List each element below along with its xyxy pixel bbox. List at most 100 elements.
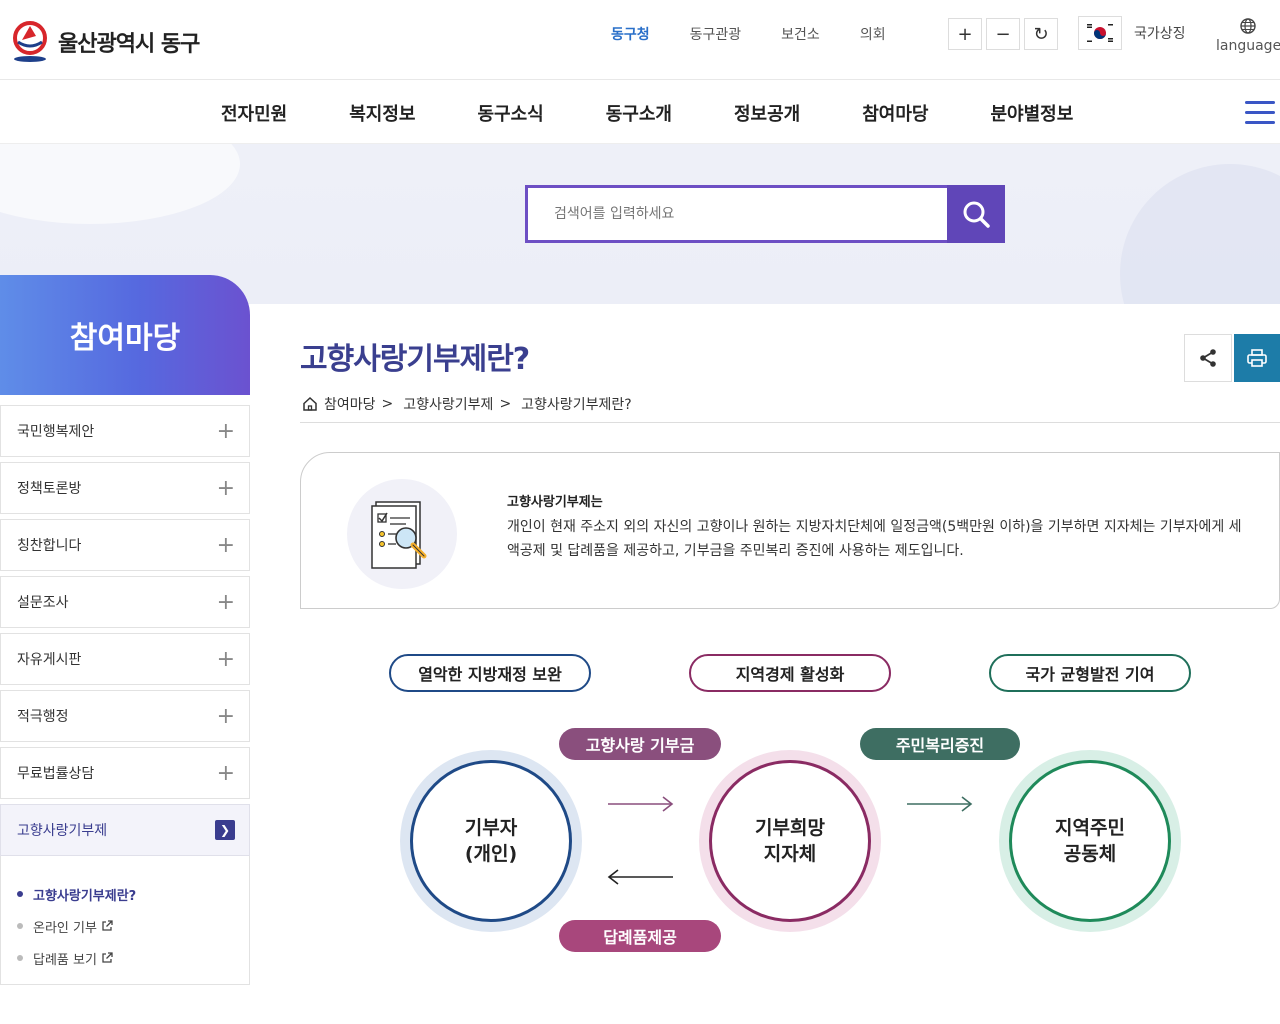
sidebar-title: 참여마당 — [69, 321, 181, 356]
submenu-item-label: 고향사랑기부제란? — [33, 888, 137, 904]
nav-item-info[interactable]: 정보공개 — [734, 100, 800, 126]
document-search-icon — [347, 479, 457, 589]
zoom-out-button[interactable]: − — [986, 18, 1020, 50]
sidebar-item-praise[interactable]: 칭찬합니다 + — [0, 519, 250, 571]
page-title: 고향사랑기부제란? — [300, 342, 530, 377]
globe-icon — [1240, 18, 1256, 34]
arrow-left-icon — [607, 869, 673, 885]
flow-tag-donation: 고향사랑 기부금 — [559, 728, 721, 760]
node-label: 지자체 — [763, 843, 817, 865]
flow-tag-gift: 답례품제공 — [559, 920, 721, 952]
goal-pill-local-finance: 열악한 지방재정 보완 — [389, 654, 591, 692]
share-icon — [1200, 349, 1216, 367]
plus-icon: + — [216, 475, 235, 501]
search-bar — [525, 185, 1005, 243]
bullet-icon — [17, 891, 23, 897]
node-local-government: 기부희망 지자체 — [699, 750, 881, 932]
top-link-donggu[interactable]: 동구청 — [611, 24, 650, 44]
share-button[interactable] — [1184, 334, 1232, 382]
breadcrumb-item[interactable]: 고향사랑기부제란? — [521, 394, 631, 414]
zoom-reset-button[interactable]: ↻ — [1024, 18, 1058, 50]
search-button[interactable] — [947, 185, 1005, 243]
plus-icon: + — [216, 760, 235, 786]
submenu-item-online-donation[interactable]: 온라인 기부 — [17, 910, 249, 942]
sidebar-item-free-board[interactable]: 자유게시판 + — [0, 633, 250, 685]
search-input[interactable] — [525, 185, 947, 243]
submenu-item-what-is[interactable]: 고향사랑기부제란? — [17, 878, 249, 910]
intro-heading: 고향사랑기부제는 — [507, 495, 603, 510]
zoom-in-button[interactable]: + — [948, 18, 982, 50]
hamburger-menu-icon[interactable] — [1245, 101, 1275, 131]
sidebar-item-label: 칭찬합니다 — [17, 538, 82, 554]
main-nav: 전자민원 복지정보 동구소식 동구소개 정보공개 참여마당 분야별정보 — [0, 80, 1280, 144]
external-link-icon — [102, 920, 113, 931]
nav-item-news[interactable]: 동구소식 — [478, 100, 544, 126]
chevron-right-icon: ❯ — [215, 820, 235, 840]
search-icon — [963, 201, 990, 228]
zoom-controls: + − ↻ — [948, 18, 1062, 50]
nav-item-welfare[interactable]: 복지정보 — [349, 100, 415, 126]
goal-pill-balanced-development: 국가 균형발전 기여 — [989, 654, 1191, 692]
breadcrumb-separator: > — [499, 396, 512, 412]
sidebar-item-label: 국민행복제안 — [17, 424, 95, 440]
top-link-health-center[interactable]: 보건소 — [781, 24, 820, 44]
national-symbol-link[interactable]: 국가상징 — [1078, 16, 1186, 50]
korea-flag-icon — [1078, 16, 1122, 50]
home-icon[interactable] — [302, 396, 318, 412]
node-label: 기부자 — [464, 817, 518, 839]
breadcrumb-item[interactable]: 고향사랑기부제 — [403, 394, 493, 414]
submenu-item-gift-view[interactable]: 답례품 보기 — [17, 942, 249, 974]
sidebar-menu: 국민행복제안 + 정책토론방 + 칭찬합니다 + 설문조사 + 자유게시판 + … — [0, 405, 250, 985]
node-label: 기부희망 — [755, 817, 825, 839]
sidebar-item-active-admin[interactable]: 적극행정 + — [0, 690, 250, 742]
sidebar-item-label: 정책토론방 — [17, 481, 82, 497]
plus-icon: + — [216, 646, 235, 672]
plus-icon: + — [216, 589, 235, 615]
logo-icon — [13, 21, 47, 62]
node-donor: 기부자 (개인) — [400, 750, 582, 932]
sidebar-item-label: 적극행정 — [17, 709, 69, 725]
plus-icon: + — [216, 418, 235, 444]
title-divider — [300, 422, 1280, 423]
language-selector[interactable]: language — [1216, 18, 1280, 54]
top-link-council[interactable]: 의회 — [860, 24, 886, 44]
site-name: 울산광역시 동구 — [58, 32, 200, 57]
sidebar-item-legal-counsel[interactable]: 무료법률상담 + — [0, 747, 250, 799]
nav-item-participation[interactable]: 참여마당 — [862, 100, 928, 126]
nav-item-fields[interactable]: 분야별정보 — [991, 100, 1074, 126]
flow-tag-welfare: 주민복리증진 — [860, 728, 1020, 760]
nav-item-e-civil[interactable]: 전자민원 — [221, 100, 287, 126]
plus-icon: + — [216, 532, 235, 558]
sidebar-submenu: 고향사랑기부제란? 온라인 기부 답례품 보기 — [0, 856, 250, 985]
submenu-item-label: 답례품 보기 — [33, 952, 97, 968]
arrow-right-icon — [907, 796, 973, 812]
printer-icon — [1247, 349, 1267, 367]
sidebar-item-label: 설문조사 — [17, 595, 69, 611]
national-symbol-label: 국가상징 — [1134, 26, 1186, 42]
breadcrumb: 참여마당 > 고향사랑기부제 > 고향사랑기부제란? — [302, 394, 632, 414]
sidebar-item-policy-debate[interactable]: 정책토론방 + — [0, 462, 250, 514]
bullet-icon — [17, 923, 23, 929]
top-header: 울산광역시 동구 동구청 동구관광 보건소 의회 + − ↻ 국가상징 lang… — [0, 0, 1280, 80]
sidebar-item-survey[interactable]: 설문조사 + — [0, 576, 250, 628]
node-label: 공동체 — [1063, 843, 1117, 865]
nav-item-about[interactable]: 동구소개 — [606, 100, 672, 126]
arrow-right-icon — [608, 796, 674, 812]
node-label: (개인) — [464, 843, 518, 865]
sidebar-item-hometown-donation[interactable]: 고향사랑기부제 ❯ — [0, 804, 250, 856]
top-link-tourism[interactable]: 동구관광 — [690, 24, 742, 44]
sidebar-item-label: 무료법률상담 — [17, 766, 95, 782]
external-link-icon — [102, 952, 113, 963]
sidebar-item-happiness-proposal[interactable]: 국민행복제안 + — [0, 405, 250, 457]
submenu-item-label: 온라인 기부 — [33, 920, 97, 936]
print-button[interactable] — [1234, 334, 1280, 382]
sidebar-item-label: 자유게시판 — [17, 652, 82, 668]
node-community: 지역주민 공동체 — [999, 750, 1181, 932]
site-logo[interactable]: 울산광역시 동구 — [12, 20, 200, 64]
node-label: 지역주민 — [1055, 817, 1125, 839]
breadcrumb-item[interactable]: 참여마당 — [324, 394, 376, 414]
intro-description: 개인이 현재 주소지 외의 자신의 고향이나 원하는 지방자치단체에 일정금액(… — [507, 519, 1242, 559]
sidebar-item-label: 고향사랑기부제 — [17, 823, 108, 839]
goal-pill-local-economy: 지역경제 활성화 — [689, 654, 891, 692]
breadcrumb-separator: > — [381, 396, 394, 412]
